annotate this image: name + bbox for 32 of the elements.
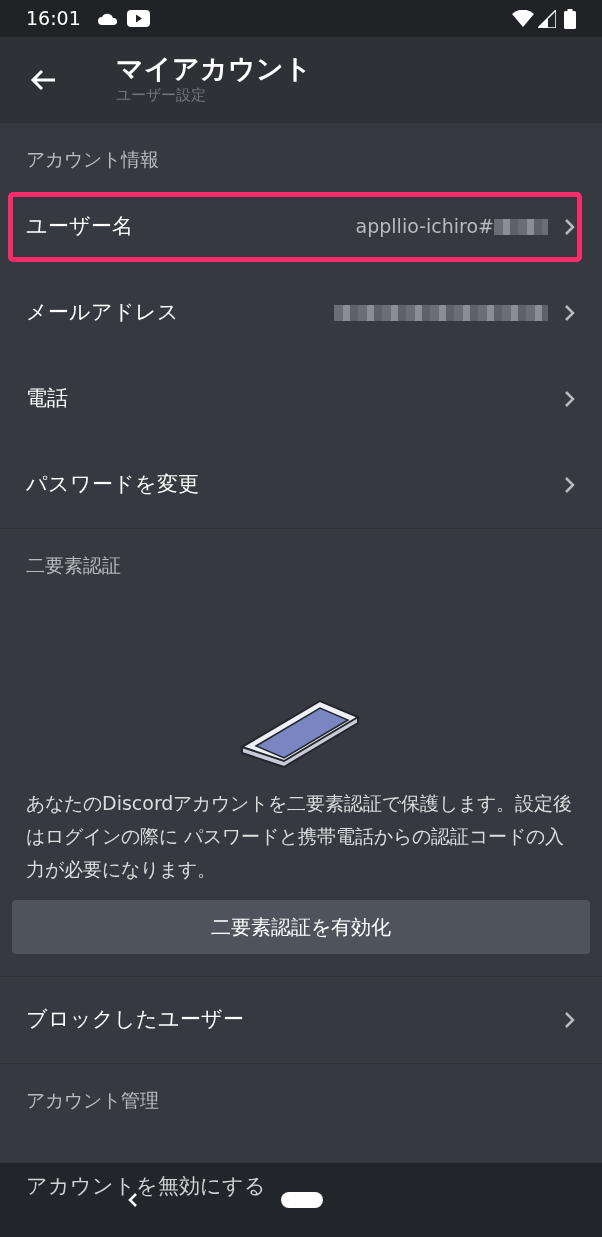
cloud-icon xyxy=(96,11,119,26)
chevron-right-icon xyxy=(564,389,576,408)
row-label: ブロックしたユーザー xyxy=(26,1006,245,1034)
wifi-icon xyxy=(512,10,534,27)
row-label: メールアドレス xyxy=(26,298,180,326)
battery-icon xyxy=(564,8,576,29)
settings-row[interactable]: 電話 xyxy=(0,355,602,442)
chevron-right-icon xyxy=(564,1011,576,1029)
chevron-right-icon xyxy=(564,303,576,322)
chevron-right-icon xyxy=(564,475,576,494)
row-label: パスワードを変更 xyxy=(26,470,200,498)
chevron-right-icon xyxy=(564,217,576,236)
section-header: アカウント情報 xyxy=(25,147,160,172)
page-title: マイアカウント xyxy=(116,53,312,84)
settings-row[interactable]: ユーザー名 appllio-ichiro# xyxy=(0,183,602,270)
status-time: 16:01 xyxy=(26,6,81,32)
settings-row[interactable]: ブロックしたユーザー xyxy=(0,977,602,1063)
settings-row[interactable]: パスワードを変更 xyxy=(0,441,602,528)
page-subtitle: ユーザー設定 xyxy=(116,84,207,106)
back-arrow-icon[interactable] xyxy=(30,69,56,91)
description-text: あなたのDiscordアカウントを二要素認証で保護します。設定後はログインの際に パスワードと携帯電話からの認証コードの入力が必要になります。 xyxy=(25,791,574,882)
home-pill[interactable] xyxy=(281,1192,323,1208)
row-label: ユーザー名 xyxy=(26,212,134,240)
section-header: アカウント管理 xyxy=(25,1088,160,1113)
enable-2fa-button[interactable]: 二要素認証を有効化 xyxy=(12,900,590,954)
section-header: 二要素認証 xyxy=(25,552,122,578)
row-value: appllio-ichiro# xyxy=(355,214,494,240)
video-play-icon xyxy=(126,10,150,27)
row-label: 電話 xyxy=(26,384,69,412)
settings-row[interactable]: アカウントを無効にする xyxy=(26,1174,266,1198)
signal-icon xyxy=(538,9,556,28)
settings-row[interactable]: メールアドレス xyxy=(0,269,602,356)
